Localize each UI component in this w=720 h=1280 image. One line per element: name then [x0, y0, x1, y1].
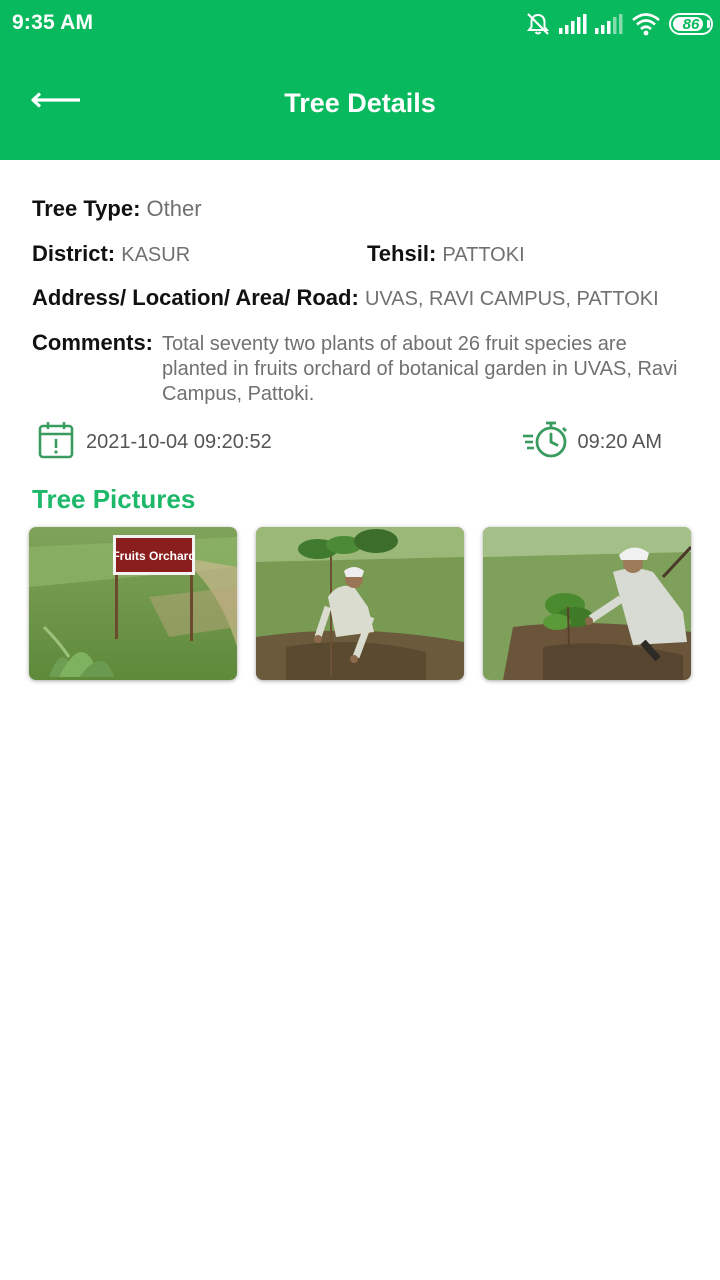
tree-pictures-gallery: Fruits Orchard — [29, 527, 692, 680]
tree-picture-3[interactable] — [483, 527, 691, 680]
tree-pictures-title: Tree Pictures — [32, 484, 196, 514]
wifi-icon — [631, 12, 661, 36]
app-bar: 9:35 AM 86 Tree Details — [0, 0, 720, 160]
address-row: Address/ Location/ Area/ Road: UVAS, RAV… — [32, 285, 659, 311]
tree-picture-2[interactable] — [256, 527, 464, 680]
district-row: District: KASUR — [32, 241, 190, 267]
time-text: 09:20 AM — [577, 430, 662, 453]
timer-fast-icon — [521, 420, 571, 465]
tehsil-value: PATTOKI — [442, 244, 525, 266]
battery-icon: 86 — [669, 13, 713, 35]
signal-icon — [595, 14, 623, 34]
page-title: Tree Details — [284, 88, 436, 118]
tree-type-label: Tree Type: — [32, 196, 141, 221]
district-label: District: — [32, 241, 116, 266]
status-bar: 9:35 AM 86 — [0, 0, 720, 48]
signal-icon — [559, 14, 587, 34]
tehsil-label: Tehsil: — [367, 241, 437, 266]
sign-text: Fruits Orchard — [112, 549, 195, 563]
tree-picture-1[interactable]: Fruits Orchard — [29, 527, 237, 680]
calendar-alert-icon — [38, 421, 74, 464]
district-value: KASUR — [121, 244, 191, 266]
status-icons: 86 — [525, 10, 713, 38]
tree-type-row: Tree Type: Other — [32, 196, 202, 222]
time-row: 09:20 AM — [521, 420, 662, 465]
tree-type-value: Other — [146, 196, 202, 221]
battery-level: 86 — [682, 15, 700, 33]
date-time-text: 2021-10-04 09:20:52 — [86, 430, 272, 453]
tehsil-row: Tehsil: PATTOKI — [367, 241, 525, 267]
comments-value: Total seventy two plants of about 26 fru… — [162, 333, 678, 405]
date-row: 2021-10-04 09:20:52 — [38, 421, 272, 464]
status-time: 9:35 AM — [12, 11, 94, 34]
toolbar: Tree Details — [0, 48, 720, 160]
alarm-off-icon — [525, 11, 551, 37]
address-value: UVAS, RAVI CAMPUS, PATTOKI — [364, 288, 659, 310]
comments-label: Comments: — [32, 330, 154, 355]
address-label: Address/ Location/ Area/ Road: — [32, 285, 359, 310]
